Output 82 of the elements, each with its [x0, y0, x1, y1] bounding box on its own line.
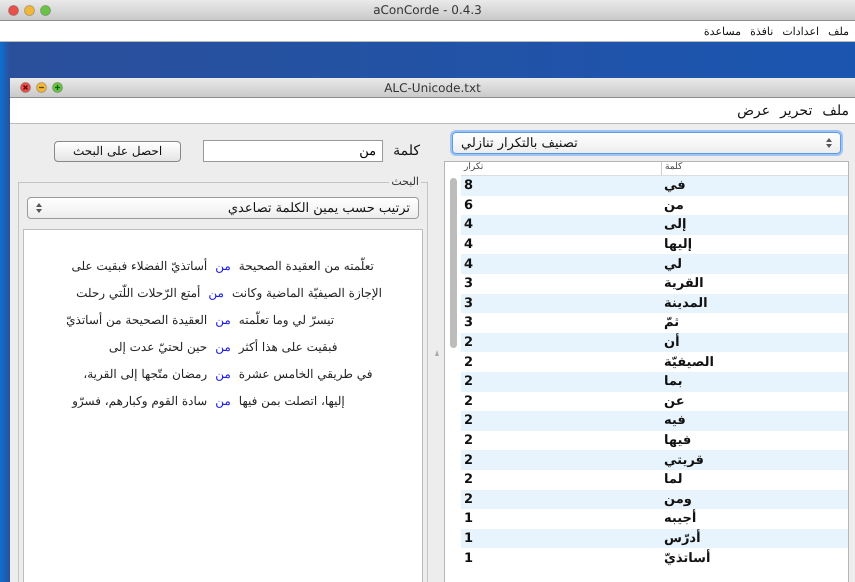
column-header[interactable]: كلمة: [661, 162, 848, 175]
table-cell-text: أن: [663, 335, 681, 350]
table-cell-text: 1: [463, 530, 474, 546]
table-cell-text: 2: [463, 433, 474, 448]
table-cell-text: 2: [463, 335, 474, 350]
table-cell-text: 6: [463, 198, 474, 213]
menu-item[interactable]: ملف: [828, 24, 849, 38]
window-title: aConCorde - 0.4.3: [373, 3, 482, 17]
zoom-icon[interactable]: [52, 82, 63, 93]
up-down-arrows-icon: [826, 138, 832, 148]
context-text: رمضان متّجها إلى القرية،: [83, 366, 208, 380]
context-text: في طريقي الخامس عشرة: [238, 366, 372, 380]
keyword: من: [215, 340, 231, 354]
context-text: إليها، اتصلت بمن فيها: [238, 394, 345, 408]
keyword: من: [208, 286, 224, 300]
window-title: ALC-Unicode.txt: [384, 80, 481, 94]
context-text: العقيدة الصحيحة من أساتذيّ: [66, 312, 208, 326]
table-cell-text: 2: [463, 452, 474, 468]
keyword: من: [215, 366, 231, 380]
table-cell-text: 4: [463, 256, 474, 272]
menu-item[interactable]: ملف: [822, 102, 849, 118]
table-cell-text: 2: [463, 413, 474, 428]
table-cell-text: لما: [663, 472, 684, 488]
table-cell-text: 4: [463, 217, 474, 232]
table-cell-text: 2: [463, 472, 474, 488]
table-cell-text: 1: [463, 511, 474, 526]
context-text: حين لحتيّ عدت إلى: [108, 340, 208, 354]
word-field[interactable]: من: [203, 140, 384, 162]
table-cell-text: 2: [463, 374, 474, 390]
table-cell-text: عن: [663, 394, 686, 409]
menu-item[interactable]: مساعدة: [704, 24, 742, 38]
keyword: من: [215, 258, 231, 272]
menu-item[interactable]: اعدادات: [782, 24, 820, 38]
table-cell-text: فيها: [663, 433, 692, 448]
table-cell-text: الصيفيّة: [663, 354, 716, 370]
table-cell-text: إلى: [663, 217, 688, 232]
table-cell-text: أساتذيّ: [663, 550, 712, 566]
table-cell-text: 4: [463, 237, 474, 252]
menu-item[interactable]: نافذة: [750, 24, 774, 38]
context-text: أساتذيّ الفضلاء فبقيت على: [71, 258, 208, 272]
context-text: فبقيت على هذا أكثر: [238, 340, 338, 354]
menu-item[interactable]: تحرير: [780, 102, 812, 118]
table-cell-text: من: [663, 198, 685, 213]
keyword: من: [215, 394, 231, 408]
minimize-icon[interactable]: [36, 82, 47, 93]
table-cell-text: ثمّ: [663, 315, 680, 330]
table-cell-text: في: [663, 178, 687, 194]
menu-item[interactable]: عرض: [737, 102, 770, 118]
sort-dropdown[interactable]: تصنيف بالتكرار تنازلي: [452, 132, 841, 154]
group-title: البحث: [389, 175, 421, 188]
table-cell-text: إليها: [663, 237, 694, 252]
table-cell-text: ومن: [663, 492, 693, 507]
word-label: كلمة: [393, 143, 420, 159]
table-cell-text: فيه: [663, 413, 687, 428]
table-cell-text: بما: [663, 374, 684, 390]
context-text: الإجازة الصيفيّة الماضية وكانت: [232, 286, 382, 300]
context-text: تعلّمته من العقيدة الصحيحة: [238, 258, 374, 272]
table-cell-text: 3: [463, 296, 474, 311]
table-cell-text: لي: [663, 256, 684, 272]
table-cell-text: 2: [463, 354, 474, 370]
column-header[interactable]: تكرار: [461, 162, 661, 175]
context-text: تيسرّ لي وما تعلّمته: [238, 312, 334, 326]
table-cell-text: أجيبه: [663, 511, 698, 526]
table-cell-text: 2: [463, 492, 474, 507]
table-cell-text: قريتي: [663, 452, 705, 468]
zoom-icon[interactable]: [40, 4, 51, 16]
table-cell-text: أدرّس: [663, 530, 702, 546]
table-cell-text: 2: [463, 394, 474, 409]
table-cell-text: القرية: [663, 276, 705, 292]
search-button[interactable]: احصل على البحث: [54, 140, 182, 162]
scrollbar-thumb[interactable]: [450, 178, 456, 348]
up-down-arrows-icon: [36, 203, 42, 213]
context-text: سادة القوم وكبارهم، فسرّو: [72, 394, 208, 408]
table-cell-text: 3: [463, 276, 474, 292]
table-cell-text: 3: [463, 315, 474, 330]
close-icon[interactable]: [20, 82, 31, 93]
sort-dropdown[interactable]: ترتيب حسب يمين الكلمة تصاعدي: [27, 197, 419, 219]
table-cell-text: 8: [463, 178, 474, 194]
table-cell-text: المدينة: [663, 296, 709, 311]
table-cell-text: 1: [463, 550, 474, 566]
keyword: من: [215, 312, 231, 326]
context-text: أمتع الرّحلات اللّتي رحلت: [76, 286, 200, 300]
